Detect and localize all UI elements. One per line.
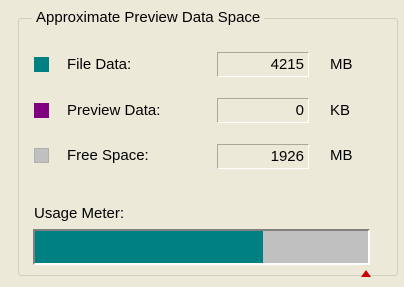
usage-meter-fill (35, 231, 264, 263)
file-data-unit: MB (330, 56, 353, 73)
free-space-color-swatch (34, 148, 49, 163)
free-space-unit: MB (330, 147, 353, 164)
usage-meter-label: Usage Meter: (34, 205, 125, 222)
preview-data-unit: KB (330, 102, 351, 119)
usage-meter (33, 229, 370, 265)
group-title: Approximate Preview Data Space (32, 8, 265, 28)
free-space-value: 1926 (217, 144, 309, 169)
preview-data-value: 0 (217, 98, 309, 123)
file-data-color-swatch (34, 57, 49, 72)
usage-marker-icon (361, 270, 371, 277)
free-space-label: Free Space: (67, 147, 149, 164)
preview-data-color-swatch (34, 103, 49, 118)
preview-data-label: Preview Data: (67, 102, 161, 119)
file-data-label: File Data: (67, 56, 132, 73)
file-data-value: 4215 (217, 52, 309, 77)
